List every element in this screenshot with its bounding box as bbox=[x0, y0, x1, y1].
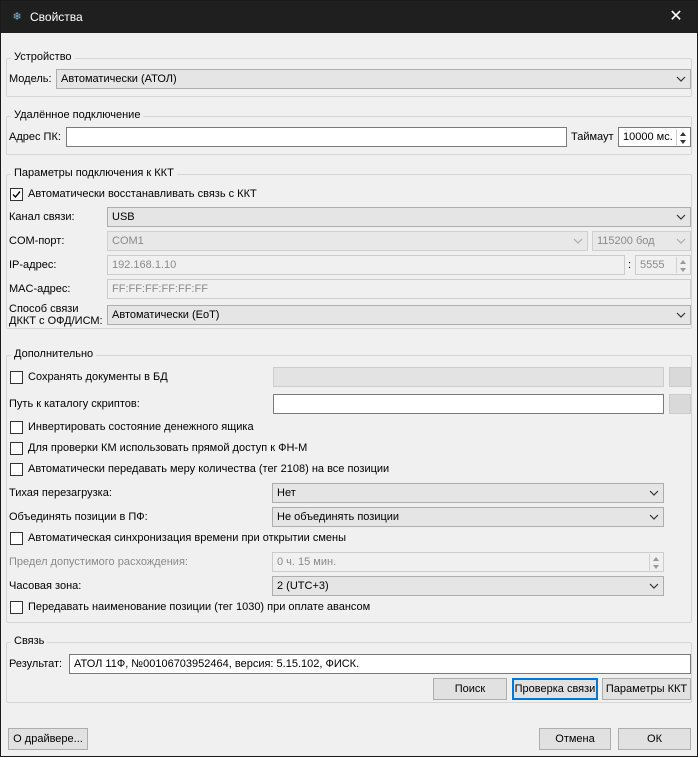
save-docs-checkbox[interactable] bbox=[10, 371, 23, 384]
max-diff-value: 0 ч. 15 мин. bbox=[277, 556, 337, 568]
port-separator: : bbox=[628, 259, 632, 271]
km-direct-checkbox[interactable] bbox=[10, 442, 23, 455]
check-connection-button[interactable]: Проверка связи bbox=[512, 678, 598, 700]
timezone-label: Часовая зона: bbox=[9, 580, 82, 592]
snowflake-icon: ❄ bbox=[12, 11, 22, 23]
spin-down-icon[interactable] bbox=[677, 265, 689, 273]
scripts-label: Путь к каталогу скриптов: bbox=[9, 398, 140, 410]
baud-select[interactable]: 115200 бод bbox=[592, 231, 691, 251]
invert-drawer-label[interactable]: Инвертировать состояние денежного ящика bbox=[28, 421, 254, 433]
port-spinbox[interactable]: 5555 bbox=[635, 255, 691, 275]
kkt-params-button[interactable]: Параметры ККТ bbox=[602, 678, 691, 700]
ip-value: 192.168.1.10 bbox=[112, 259, 177, 271]
timeout-spinner[interactable] bbox=[676, 129, 689, 145]
result-value: АТОЛ 11Ф, №00106703952464, версия: 5.15.… bbox=[74, 658, 360, 670]
pc-address-label: Адрес ПК: bbox=[9, 131, 61, 143]
close-button[interactable]: ✕ bbox=[655, 1, 697, 33]
com-port-select[interactable]: COM1 bbox=[107, 231, 588, 251]
max-diff-label: Предел допустимого расхождения: bbox=[9, 556, 188, 568]
ip-label: IP-адрес: bbox=[9, 259, 57, 271]
measure-label[interactable]: Автоматически передавать меру количества… bbox=[28, 463, 389, 475]
timeout-label: Таймаут bbox=[571, 131, 614, 143]
model-value: Автоматически (АТОЛ) bbox=[61, 73, 177, 85]
ofd-label-line1: Способ связи bbox=[9, 303, 79, 315]
port-value: 5555 bbox=[640, 259, 665, 271]
spin-up-icon[interactable] bbox=[677, 257, 689, 265]
scripts-path-input[interactable] bbox=[273, 394, 664, 414]
link-legend: Связь bbox=[11, 635, 48, 647]
timeout-spinbox[interactable]: 10000 мс. bbox=[618, 127, 691, 147]
model-select[interactable]: Автоматически (АТОЛ) bbox=[56, 69, 691, 89]
extra-legend: Дополнительно bbox=[11, 348, 97, 360]
result-label: Результат: bbox=[9, 658, 63, 670]
about-driver-button[interactable]: О драйвере... bbox=[8, 728, 88, 750]
item-name-checkbox[interactable] bbox=[10, 601, 23, 614]
time-sync-checkbox[interactable] bbox=[10, 532, 23, 545]
result-field[interactable]: АТОЛ 11Ф, №00106703952464, версия: 5.15.… bbox=[69, 654, 691, 674]
silent-reboot-select[interactable]: Нет bbox=[272, 483, 664, 503]
save-docs-path-input[interactable] bbox=[273, 367, 664, 387]
chevron-down-icon bbox=[676, 73, 686, 85]
silent-reboot-label: Тихая перезагрузка: bbox=[9, 487, 112, 499]
chevron-down-icon bbox=[649, 487, 659, 499]
spin-down-icon[interactable] bbox=[677, 137, 689, 145]
port-spinner[interactable] bbox=[676, 257, 689, 273]
baud-value: 115200 бод bbox=[597, 235, 655, 247]
save-docs-browse-button[interactable] bbox=[669, 367, 691, 387]
chevron-down-icon bbox=[676, 309, 686, 321]
km-direct-label[interactable]: Для проверки КМ использовать прямой дост… bbox=[28, 442, 307, 454]
chevron-down-icon bbox=[649, 580, 659, 592]
checkmark-icon bbox=[12, 191, 21, 199]
search-button[interactable]: Поиск bbox=[433, 678, 507, 700]
measure-checkbox[interactable] bbox=[10, 463, 23, 476]
ofd-method-select[interactable]: Автоматически (EoT) bbox=[107, 305, 691, 325]
ok-button[interactable]: ОК bbox=[618, 728, 691, 750]
auto-restore-checkbox[interactable] bbox=[10, 188, 23, 201]
chevron-down-icon bbox=[649, 511, 659, 523]
model-label: Модель: bbox=[9, 73, 52, 85]
com-label: COM-порт: bbox=[9, 235, 65, 247]
title-bar: ❄ Свойства ✕ bbox=[1, 1, 697, 33]
timezone-value: 2 (UTC+3) bbox=[277, 580, 329, 592]
ofd-value: Автоматически (EoT) bbox=[112, 309, 220, 321]
save-docs-label[interactable]: Сохранять документы в БД bbox=[28, 371, 168, 383]
properties-dialog: ❄ Свойства ✕ Устройство Модель: Автомати… bbox=[0, 0, 698, 757]
max-diff-spinner[interactable] bbox=[649, 554, 662, 570]
silent-reboot-value: Нет bbox=[277, 487, 296, 499]
max-diff-spinbox[interactable]: 0 ч. 15 мин. bbox=[272, 552, 664, 572]
connection-legend: Параметры подключения к ККТ bbox=[11, 167, 177, 179]
ip-input[interactable]: 192.168.1.10 bbox=[107, 255, 625, 275]
item-name-label[interactable]: Передавать наименование позиции (тег 103… bbox=[28, 601, 370, 613]
device-legend: Устройство bbox=[11, 51, 75, 63]
chevron-down-icon bbox=[676, 235, 686, 247]
channel-value: USB bbox=[112, 211, 135, 223]
scripts-browse-button[interactable] bbox=[669, 394, 691, 414]
cancel-button[interactable]: Отмена bbox=[539, 728, 611, 750]
timezone-select[interactable]: 2 (UTC+3) bbox=[272, 576, 664, 596]
channel-select[interactable]: USB bbox=[107, 207, 691, 227]
spin-down-icon[interactable] bbox=[650, 562, 662, 570]
invert-drawer-checkbox[interactable] bbox=[10, 421, 23, 434]
com-value: COM1 bbox=[112, 235, 144, 247]
mac-value: FF:FF:FF:FF:FF:FF bbox=[112, 283, 208, 295]
time-sync-label[interactable]: Автоматическая синхронизация времени при… bbox=[28, 532, 346, 544]
ofd-label-line2: ДККТ с ОФД/ИСМ: bbox=[9, 315, 103, 327]
channel-label: Канал связи: bbox=[9, 211, 75, 223]
pc-address-input[interactable] bbox=[66, 127, 567, 147]
merge-label: Объединять позиции в ПФ: bbox=[9, 511, 148, 523]
mac-input[interactable]: FF:FF:FF:FF:FF:FF bbox=[107, 279, 691, 299]
chevron-down-icon bbox=[573, 235, 583, 247]
auto-restore-label[interactable]: Автоматически восстанавливать связь с КК… bbox=[28, 188, 257, 200]
chevron-down-icon bbox=[676, 211, 686, 223]
window-title: Свойства bbox=[30, 10, 83, 24]
spin-up-icon[interactable] bbox=[650, 554, 662, 562]
remote-legend: Удалённое подключение bbox=[11, 109, 144, 121]
mac-label: MAC-адрес: bbox=[9, 283, 71, 295]
timeout-value: 10000 мс. bbox=[623, 131, 673, 143]
spin-up-icon[interactable] bbox=[677, 129, 689, 137]
merge-select[interactable]: Не объединять позиции bbox=[272, 507, 664, 527]
merge-value: Не объединять позиции bbox=[277, 511, 400, 523]
